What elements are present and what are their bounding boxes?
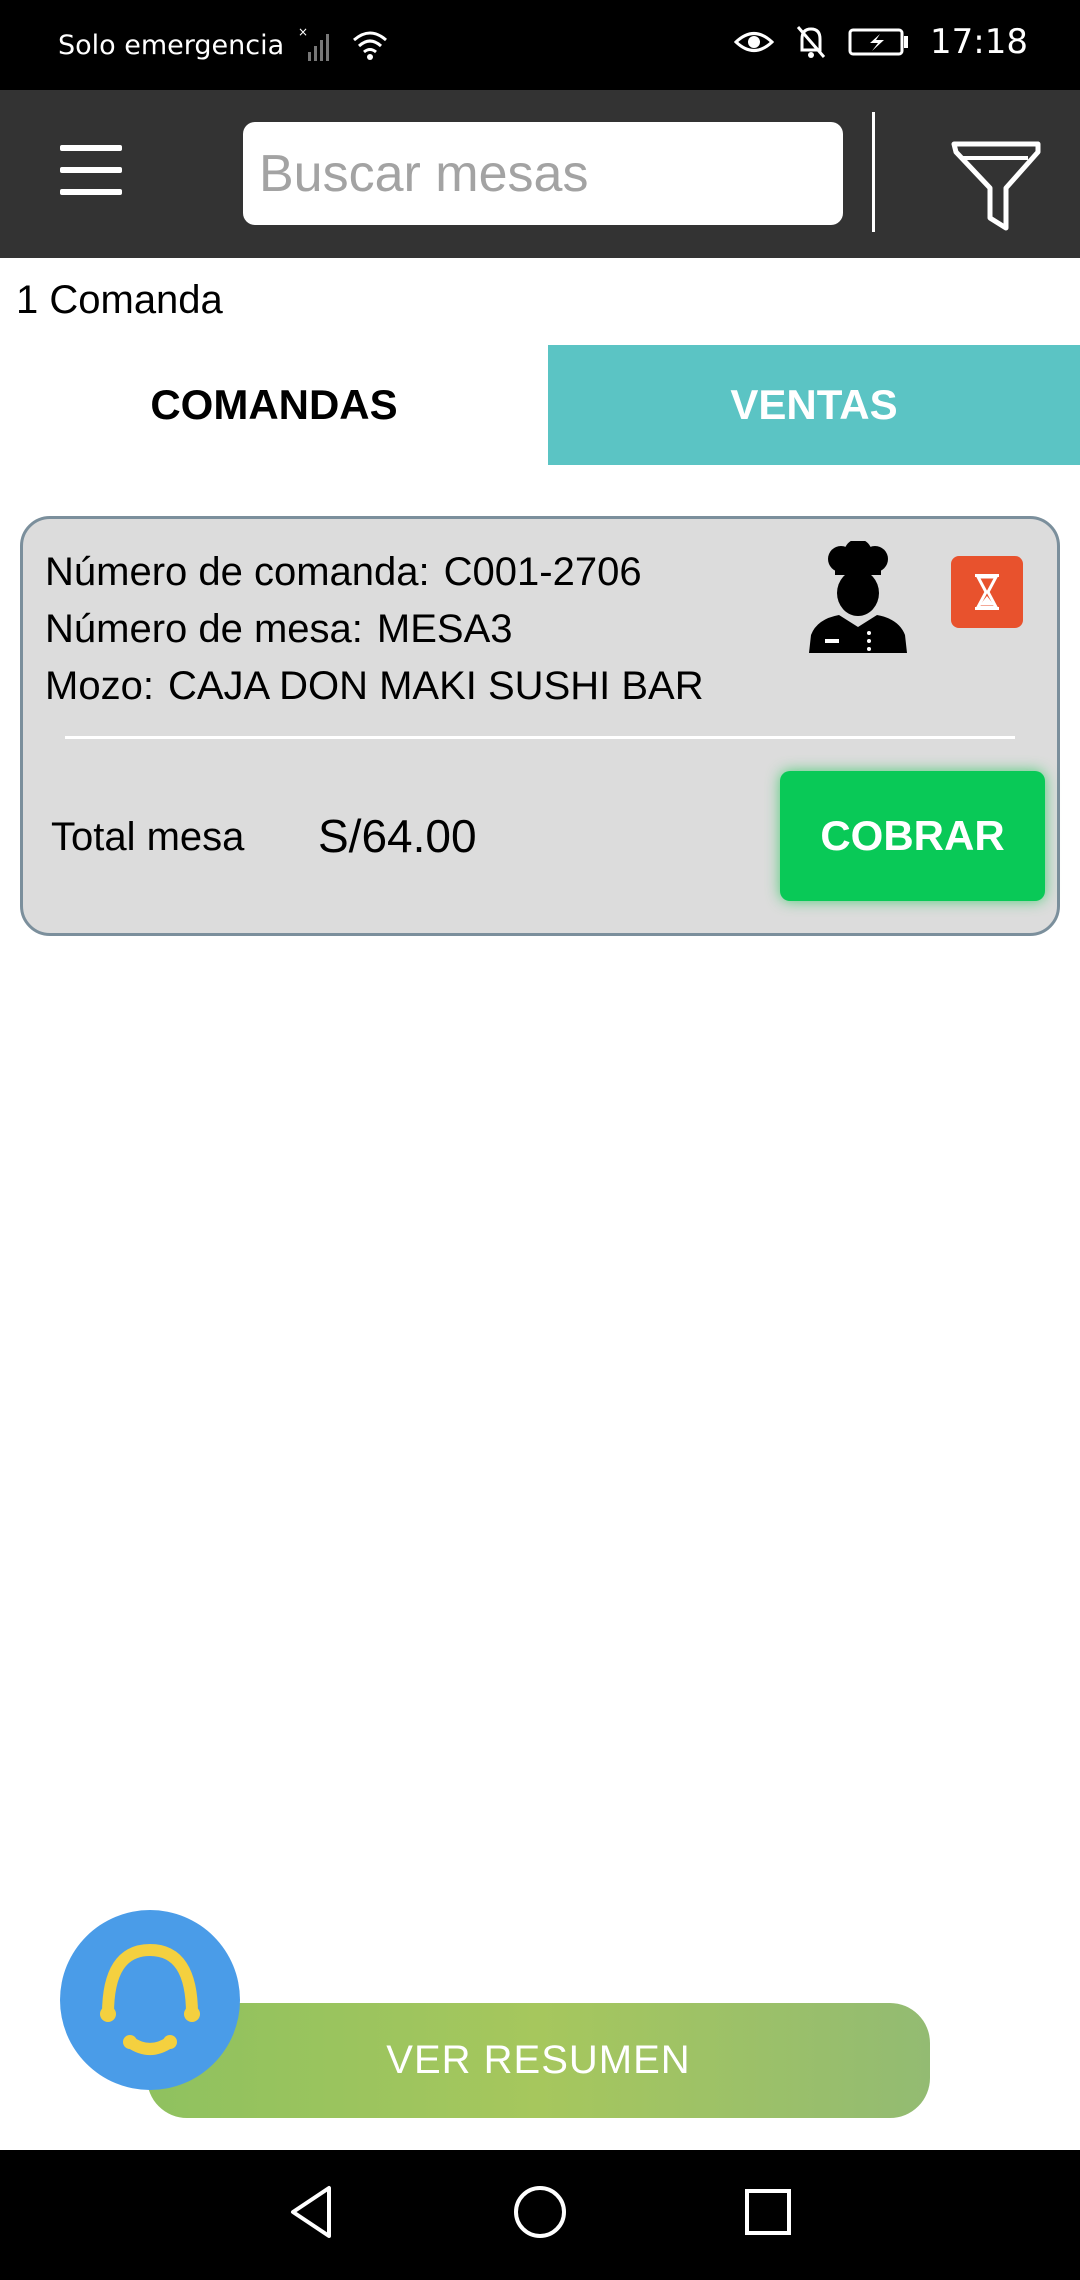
mozo-value: CAJA DON MAKI SUSHI BAR: [167, 664, 704, 708]
home-icon[interactable]: [510, 2182, 570, 2242]
tab-ventas[interactable]: VENTAS: [548, 345, 1080, 465]
card-divider: [65, 736, 1015, 739]
order-card[interactable]: Número de comanda: C001-2706 Número de me…: [20, 516, 1060, 936]
toolbar-divider: [872, 112, 875, 232]
mesa-row: Número de mesa: MESA3: [45, 601, 704, 658]
mesa-label: Número de mesa:: [45, 607, 363, 651]
eye-icon: [734, 32, 775, 52]
order-details: Número de comanda: C001-2706 Número de me…: [45, 544, 704, 715]
hourglass-icon: [975, 574, 999, 610]
top-toolbar: [0, 90, 1080, 258]
status-left: Solo emergencia ×: [58, 26, 390, 64]
svg-text:×: ×: [298, 26, 308, 39]
tab-bar: COMANDAS VENTAS: [0, 345, 1080, 465]
status-bar: Solo emergencia × 17:18: [0, 0, 1080, 90]
signal-off-icon: ×: [298, 26, 330, 61]
mesa-value: MESA3: [376, 607, 513, 651]
charge-button[interactable]: COBRAR: [780, 771, 1045, 901]
bell-off-icon: [796, 26, 826, 58]
order-status-badge[interactable]: [951, 556, 1023, 628]
comanda-label: Número de comanda:: [45, 550, 430, 594]
mozo-label: Mozo:: [45, 664, 154, 708]
system-nav-bar: [0, 2150, 1080, 2280]
mozo-row: Mozo: CAJA DON MAKI SUSHI BAR: [45, 658, 704, 715]
tab-comandas[interactable]: COMANDAS: [0, 345, 548, 465]
total-label: Total mesa: [51, 815, 245, 859]
status-time: 17:18: [930, 22, 1028, 62]
view-summary-button[interactable]: VER RESUMEN: [147, 2003, 930, 2118]
filter-funnel-icon[interactable]: [950, 138, 1042, 234]
comanda-row: Número de comanda: C001-2706: [45, 544, 704, 601]
assistant-headset-icon: [100, 1943, 200, 2055]
status-right: 17:18: [734, 22, 1028, 62]
total-value: S/64.00: [318, 810, 477, 862]
battery-charging-icon: [848, 28, 909, 56]
comanda-value: C001-2706: [443, 550, 642, 594]
back-icon[interactable]: [283, 2182, 343, 2242]
search-input[interactable]: [243, 122, 843, 225]
order-count-label: 1 Comanda: [16, 278, 223, 322]
chef-icon: [809, 541, 907, 653]
assistant-button[interactable]: [60, 1910, 240, 2090]
recents-icon[interactable]: [738, 2182, 798, 2242]
carrier-text: Solo emergencia: [58, 29, 285, 61]
hamburger-menu-icon[interactable]: [60, 145, 124, 197]
wifi-icon: [353, 31, 388, 60]
